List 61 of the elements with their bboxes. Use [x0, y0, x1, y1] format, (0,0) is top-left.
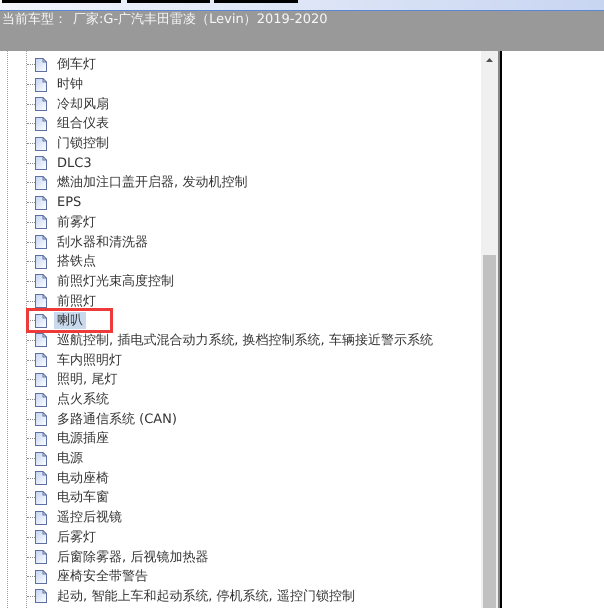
- document-icon: [35, 490, 47, 505]
- vehicle-label: 当前车型：: [2, 12, 67, 28]
- tree-item-label[interactable]: 燃油加注口盖开启器, 发动机控制: [54, 174, 250, 192]
- document-icon: [35, 136, 47, 151]
- vehicle-model-text: 厂家:G-广汽丰田雷凌（Levin）2019-2020: [73, 12, 328, 28]
- document-icon: [35, 432, 47, 446]
- tree-item-label[interactable]: 电动座椅: [54, 470, 112, 487]
- document-icon: [35, 176, 47, 190]
- document-icon: [35, 589, 47, 604]
- scrollbar-thumb[interactable]: [483, 255, 496, 608]
- tree-item-label[interactable]: 起动, 智能上车和起动系统, 停机系统, 遥控门锁控制: [54, 588, 358, 605]
- document-icon: [35, 156, 47, 170]
- document-icon: [35, 116, 47, 131]
- tree-item-label[interactable]: 后窗除雾器, 后视镜加热器: [54, 548, 212, 566]
- tree-item-label[interactable]: 车内照明灯: [54, 352, 125, 369]
- scroll-up-arrow-icon[interactable]: [486, 58, 493, 62]
- document-icon: [35, 412, 47, 426]
- tree-item-label[interactable]: 前照灯: [54, 292, 99, 310]
- document-icon: [35, 314, 47, 328]
- tree-item-label[interactable]: 点火系统: [54, 391, 112, 408]
- tree-item-label[interactable]: 照明, 尾灯: [54, 371, 120, 388]
- tree-item-label[interactable]: DLC3: [54, 154, 95, 172]
- document-icon: [35, 471, 47, 486]
- document-icon: [35, 215, 47, 230]
- document-icon: [35, 550, 47, 564]
- tree-item-label[interactable]: EPS: [54, 194, 84, 212]
- document-icon: [35, 274, 47, 288]
- tree-item-label[interactable]: 门锁控制: [54, 135, 112, 152]
- tree-item-label[interactable]: 冷却风扇: [54, 96, 112, 113]
- document-icon: [35, 294, 47, 308]
- document-icon: [35, 392, 47, 407]
- document-icon: [35, 97, 47, 112]
- document-icon: [35, 372, 47, 387]
- document-icon: [35, 333, 47, 348]
- document-icon: [35, 452, 47, 466]
- document-icon: [35, 510, 47, 525]
- tree-item-label[interactable]: 多路通信系统 (CAN): [54, 410, 180, 428]
- document-icon: [35, 254, 47, 269]
- tree-item-label[interactable]: 电源插座: [54, 430, 112, 448]
- tree-item-label[interactable]: 倒车灯: [54, 56, 99, 74]
- tree-item-label[interactable]: 座椅安全带警告: [54, 568, 151, 586]
- tree-item-label[interactable]: 搭铁点: [54, 253, 99, 270]
- tree-item-label[interactable]: 电动车窗: [54, 489, 112, 506]
- tree-item-label[interactable]: 前照灯光束高度控制: [54, 272, 177, 290]
- document-icon: [35, 570, 47, 584]
- scrollbar-track[interactable]: [481, 51, 498, 608]
- document-icon: [35, 530, 47, 544]
- tree-item-label[interactable]: 时钟: [54, 76, 86, 94]
- tree-item-label[interactable]: 前雾灯: [54, 214, 99, 231]
- tree-item-label[interactable]: 喇叭: [54, 312, 86, 330]
- document-icon: [35, 58, 47, 72]
- tree-item-label[interactable]: 组合仪表: [54, 115, 112, 132]
- tree-item-label[interactable]: 后雾灯: [54, 528, 99, 546]
- tree-item-label[interactable]: 刮水器和清洗器: [54, 234, 151, 251]
- tree-item-label[interactable]: 电源: [54, 450, 86, 468]
- document-icon: [35, 353, 47, 368]
- tree-item-label[interactable]: 遥控后视镜: [54, 509, 125, 526]
- document-icon: [35, 78, 47, 92]
- document-icon: [35, 235, 47, 250]
- document-icon: [35, 196, 47, 210]
- tree-item-label[interactable]: 巡航控制, 插电式混合动力系统, 换档控制系统, 车辆接近警示系统: [54, 332, 436, 349]
